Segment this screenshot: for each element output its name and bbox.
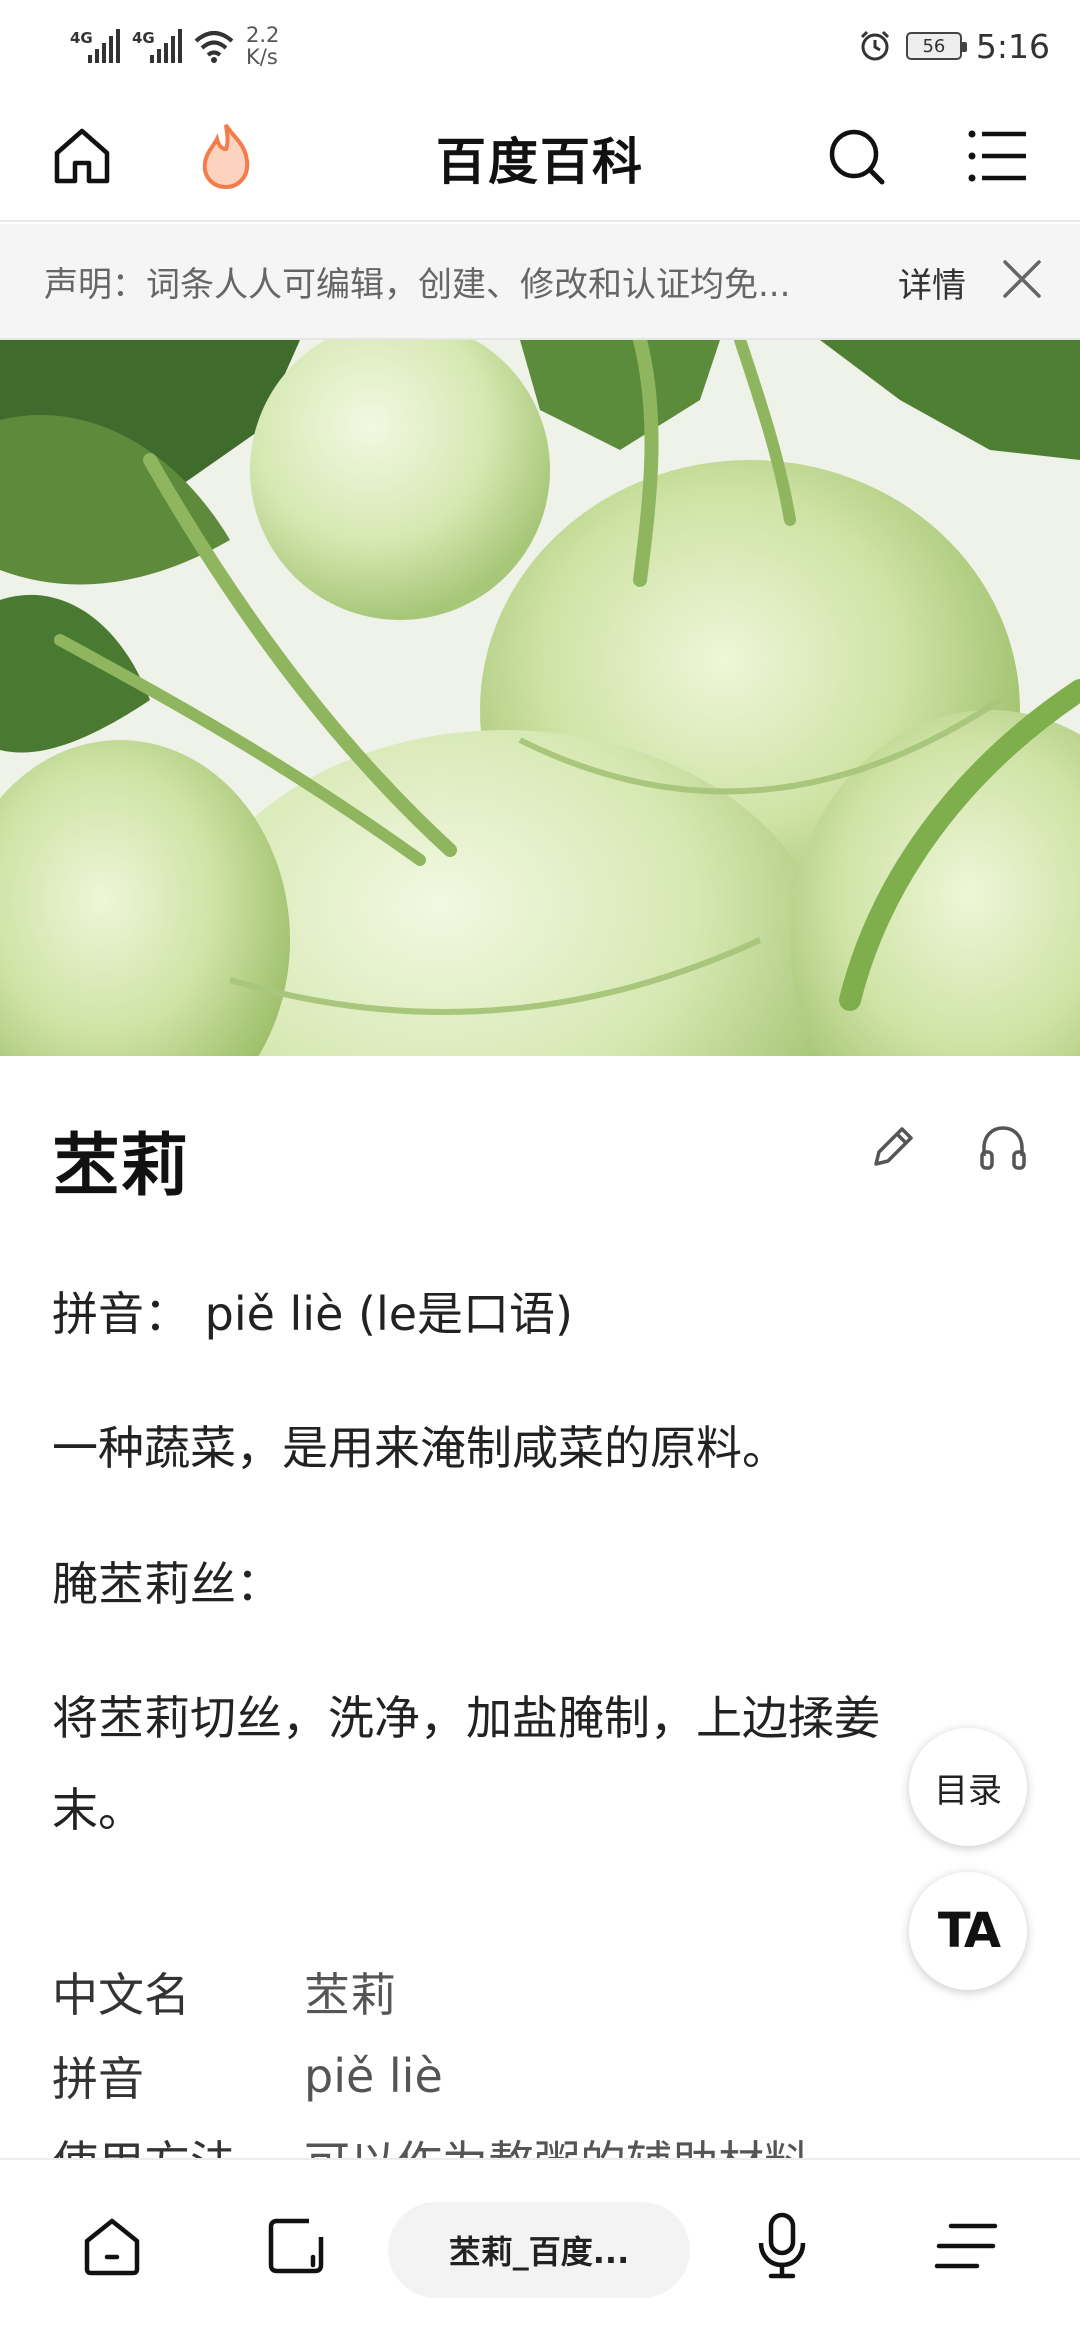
method-text: 将苤莉切丝，洗净，加盐腌制，上边揉姜 末。 (52, 1672, 1042, 1856)
voice-search-button[interactable] (742, 2206, 822, 2286)
current-tab-pill[interactable]: 苤莉_百度... (388, 2202, 690, 2298)
menu-icon (968, 130, 1026, 182)
kohlrabi-photo (0, 340, 1080, 1056)
page-title: 百度百科 (436, 133, 644, 191)
disclaimer-text: 声明：词条人人可编辑，创建、修改和认证均免... (44, 264, 791, 305)
method-line: 末。 (52, 1783, 144, 1837)
status-right: 56 5:16 (858, 22, 1050, 70)
battery-level: 56 (922, 35, 946, 57)
infobox-row: 中文名 苤莉 (52, 1950, 1012, 2034)
wifi-icon (194, 31, 234, 63)
headphones-icon[interactable] (976, 1122, 1030, 1174)
font-size-button[interactable]: TA (909, 1872, 1027, 1990)
infobox-key: 中文名 (52, 1968, 190, 2022)
infobox-value: 苤莉 (304, 1968, 396, 2022)
disclaimer-detail-link[interactable]: 详情 (898, 258, 966, 307)
clock: 5:16 (975, 26, 1050, 66)
disclaimer-banner: 声明：词条人人可编辑，创建、修改和认证均免... 详情 (0, 224, 1080, 340)
speed-unit: K/s (246, 45, 278, 69)
pinyin-line: 拼音： piě liè (le是口语) (52, 1268, 573, 1360)
microphone-icon (758, 2212, 806, 2279)
browser-home-button[interactable] (72, 2206, 152, 2286)
menu-button[interactable] (958, 116, 1038, 196)
menu-icon (934, 2223, 998, 2269)
signal-icon: 4G (132, 29, 182, 63)
home-icon (84, 2218, 140, 2276)
status-left: 4G 4G 2.2 K/s (70, 18, 279, 74)
close-icon[interactable] (995, 252, 1049, 306)
status-bar: 4G 4G 2.2 K/s 56 5:16 (0, 0, 1080, 92)
edit-icon[interactable] (866, 1122, 918, 1174)
battery-icon: 56 (905, 32, 967, 60)
bottom-toolbar: 苤莉_百度... (0, 2158, 1080, 2340)
browser-menu-button[interactable] (926, 2206, 1006, 2286)
method-line: 将苤莉切丝，洗净，加盐腌制，上边揉姜 (52, 1691, 880, 1745)
tabs-icon (268, 2218, 324, 2274)
tabs-button[interactable] (256, 2206, 336, 2286)
network-speed: 2.2 K/s (246, 24, 279, 68)
signal-icon: 4G (70, 29, 120, 63)
infobox-key: 拼音 (52, 2052, 144, 2106)
network-type: 4G (70, 29, 93, 47)
definition-text: 一种蔬菜，是用来淹制咸菜的原料。 (52, 1421, 788, 1475)
pinyin-value: piě liè (le是口语) (204, 1287, 573, 1341)
search-button[interactable] (816, 116, 896, 196)
network-type: 4G (132, 29, 155, 47)
entry-title: 苤莉 (52, 1127, 189, 1206)
alarm-icon (860, 30, 889, 61)
hero-image[interactable] (0, 340, 1080, 1056)
speed-value: 2.2 (246, 23, 280, 47)
top-navbar: 百度百科 (0, 92, 1080, 222)
toc-button[interactable]: 目录 (909, 1728, 1027, 1846)
infobox-row: 拼音 piě liè (52, 2034, 1012, 2118)
section-heading: 腌苤莉丝： (52, 1557, 282, 1611)
pinyin-label: 拼音： (52, 1287, 190, 1341)
search-icon (829, 129, 885, 185)
infobox-value: piě liè (304, 2049, 443, 2103)
